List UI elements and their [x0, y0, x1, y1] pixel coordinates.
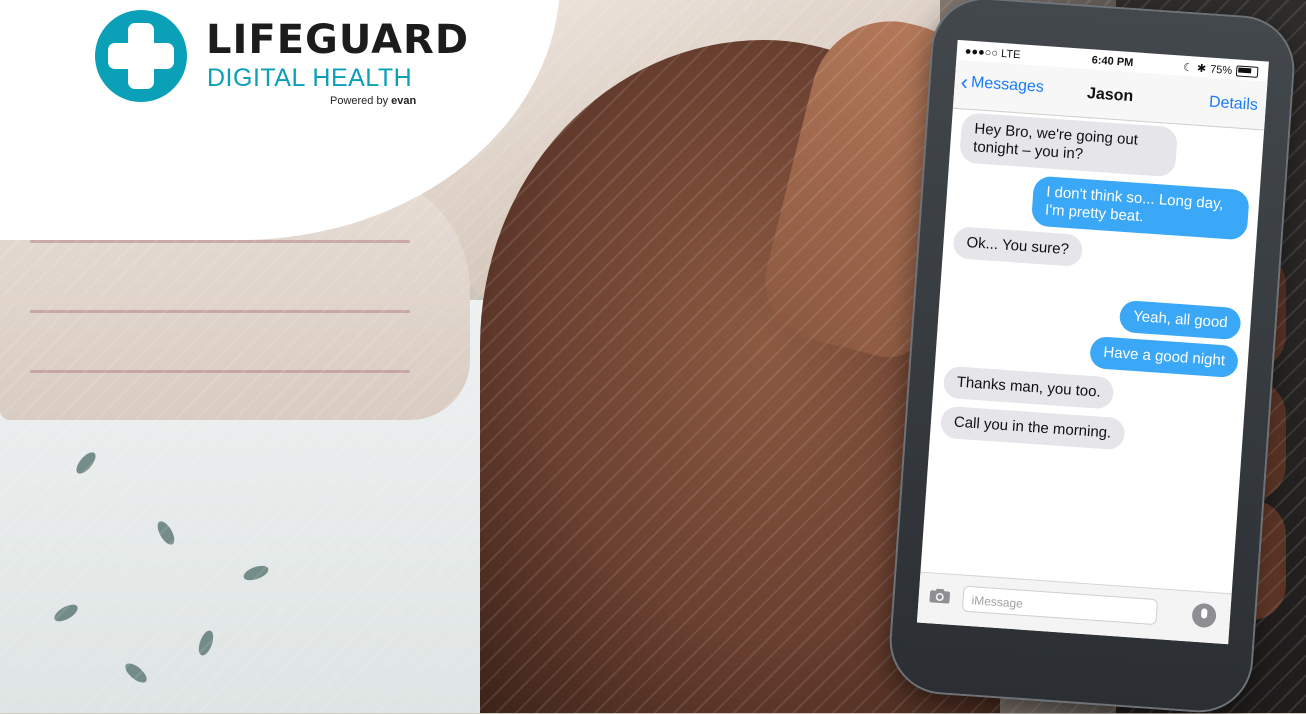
message-outgoing: I don't think so... Long day, I'm pretty…: [1030, 175, 1250, 241]
battery-icon: [1235, 65, 1259, 78]
message-outgoing: Have a good night: [1089, 335, 1239, 379]
brand-subtitle: DIGITAL HEALTH: [207, 64, 413, 92]
powered-by: Powered by evan: [330, 96, 416, 107]
message-thread: Hey Bro, we're going out tonight – you i…: [920, 112, 1263, 595]
message-outgoing: Yeah, all good: [1119, 299, 1242, 341]
details-button[interactable]: Details: [1208, 94, 1258, 115]
imessage-input[interactable]: iMessage: [961, 585, 1159, 626]
powered-by-prefix: Powered by: [330, 95, 389, 107]
sleeve-stripe: [30, 370, 410, 373]
message-incoming: Call you in the morning.: [939, 405, 1126, 451]
message-incoming: Ok... You sure?: [952, 226, 1083, 267]
sleeve-stripe: [30, 310, 410, 313]
smartphone: ●●●○○ LTE 6:40 PM ☾ ✱ 75% ‹ Messages Jas…: [888, 0, 1296, 714]
floor-pattern-leaf: [195, 628, 217, 658]
floor-pattern-leaf: [122, 660, 150, 686]
medical-cross-icon: [95, 10, 187, 102]
powered-by-name: evan: [391, 95, 417, 107]
floor-pattern-leaf: [154, 518, 178, 548]
floor-pattern-leaf: [73, 449, 99, 477]
sleeve-stripe: [30, 240, 410, 243]
microphone-icon[interactable]: [1191, 602, 1217, 629]
messages-screen: ●●●○○ LTE 6:40 PM ☾ ✱ 75% ‹ Messages Jas…: [916, 39, 1269, 645]
message-incoming: Thanks man, you too.: [942, 365, 1115, 410]
moon-icon: ☾: [1182, 61, 1194, 75]
camera-icon[interactable]: [928, 587, 951, 604]
floor-pattern-leaf: [241, 562, 271, 584]
battery-percent: 75%: [1209, 63, 1233, 77]
floor-pattern-leaf: [51, 601, 81, 625]
bluetooth-icon: ✱: [1196, 62, 1207, 76]
brand-title: LIFEGUARD: [206, 17, 470, 63]
